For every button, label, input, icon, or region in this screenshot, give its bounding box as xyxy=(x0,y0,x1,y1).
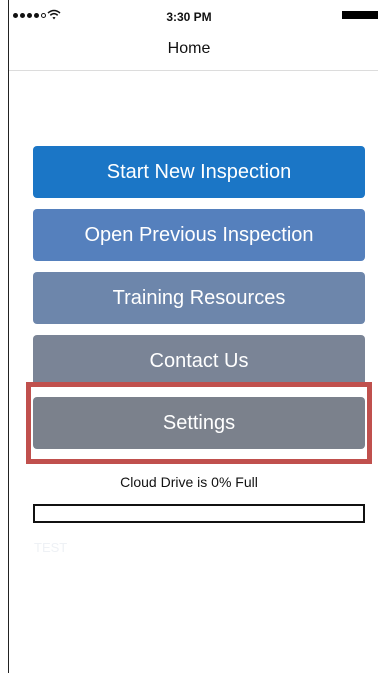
test-label: TEST xyxy=(34,540,68,555)
cloud-drive-status: Cloud Drive is 0% Full xyxy=(120,474,258,490)
open-previous-inspection-button[interactable]: Open Previous Inspection xyxy=(33,209,365,261)
battery-icon xyxy=(342,11,378,19)
status-time: 3:30 PM xyxy=(166,10,212,24)
contact-us-button[interactable]: Contact Us xyxy=(33,335,365,387)
page-title: Home xyxy=(167,40,211,57)
training-resources-button[interactable]: Training Resources xyxy=(33,272,365,324)
app-screen: 3:30 PM Home Start New Inspection Open P… xyxy=(0,0,378,673)
cloud-drive-progress-bar xyxy=(33,504,365,523)
nav-divider xyxy=(9,70,378,71)
settings-highlight-box xyxy=(26,382,372,464)
start-new-inspection-button[interactable]: Start New Inspection xyxy=(33,146,365,198)
device-frame-edge xyxy=(8,0,9,673)
status-bar: 3:30 PM xyxy=(0,0,378,34)
